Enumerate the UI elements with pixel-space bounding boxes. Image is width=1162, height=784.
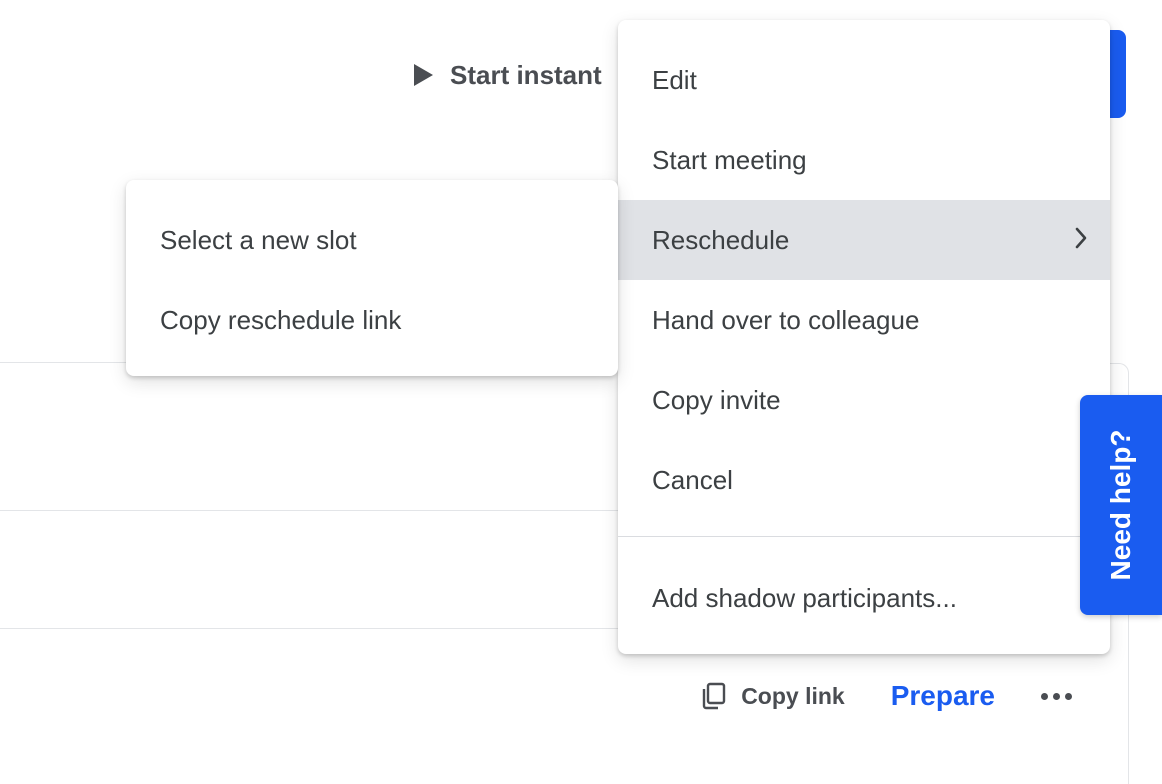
need-help-button[interactable]: Need help? xyxy=(1080,395,1162,615)
submenu-item-select-new-slot[interactable]: Select a new slot xyxy=(126,200,618,280)
reschedule-submenu: Select a new slot Copy reschedule link xyxy=(126,180,618,376)
need-help-label: Need help? xyxy=(1105,429,1136,581)
start-instant-label: Start instant xyxy=(450,59,602,90)
start-instant-button[interactable]: Start instant xyxy=(412,56,602,94)
copy-link-label: Copy link xyxy=(741,682,845,709)
submenu-item-copy-reschedule-link[interactable]: Copy reschedule link xyxy=(126,280,618,360)
more-horizontal-icon[interactable] xyxy=(1041,692,1072,700)
menu-item-reschedule-label: Reschedule xyxy=(652,224,790,255)
play-icon xyxy=(412,63,434,87)
meeting-row-actions: Copy link Prepare xyxy=(701,672,1072,720)
menu-item-reschedule[interactable]: Reschedule xyxy=(618,200,1110,280)
menu-divider xyxy=(618,536,1110,537)
menu-item-cancel[interactable]: Cancel xyxy=(618,440,1110,520)
chevron-right-icon xyxy=(1074,226,1088,250)
menu-item-hand-over[interactable]: Hand over to colleague xyxy=(618,280,1110,360)
prepare-link[interactable]: Prepare xyxy=(891,680,995,712)
menu-item-start-meeting[interactable]: Start meeting xyxy=(618,120,1110,200)
copy-link-button[interactable]: Copy link xyxy=(701,682,845,710)
copy-icon xyxy=(701,682,727,710)
menu-item-copy-invite[interactable]: Copy invite xyxy=(618,360,1110,440)
menu-item-edit[interactable]: Edit xyxy=(618,40,1110,120)
menu-item-add-shadow-participants[interactable]: Add shadow participants... xyxy=(618,558,1110,638)
meeting-context-menu: Edit Start meeting Reschedule Hand over … xyxy=(618,20,1110,654)
